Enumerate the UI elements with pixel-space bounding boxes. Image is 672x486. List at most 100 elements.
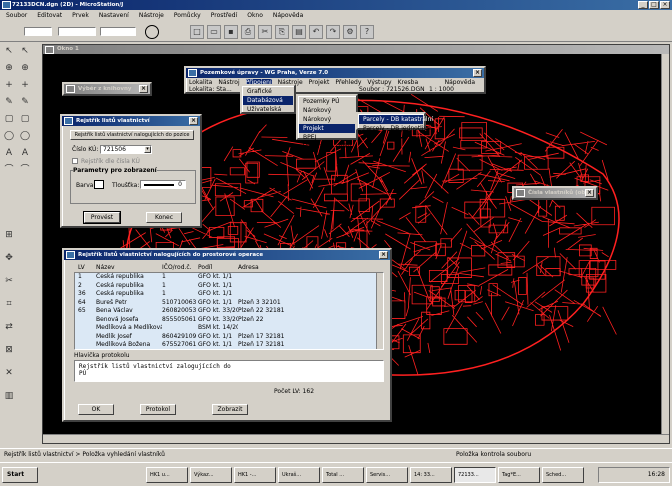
pozemkove-menu-item[interactable]: Nápověda [445, 79, 475, 86]
tool-icon[interactable]: ✎ [2, 95, 16, 109]
submenu-item[interactable]: Nárokový [299, 115, 355, 124]
help-icon[interactable]: ? [360, 25, 374, 39]
table-row[interactable]: 1 Česká republika 1 GFO kt. 1/1 [75, 273, 383, 282]
menu-item[interactable]: Prostředí [211, 12, 238, 21]
menu-item[interactable]: Prvek [72, 12, 89, 21]
zobrazit-button[interactable]: Zobrazit [212, 404, 248, 415]
table-row[interactable]: 36 Česká republika 1 GFO kt. 1/1 [75, 290, 383, 299]
taskbar-item[interactable]: Total ... [322, 467, 364, 483]
pozemkove-menu-item[interactable]: Kresba [398, 79, 419, 86]
tool-icon[interactable]: ⌒ [18, 163, 32, 177]
taskbar-item[interactable]: HK1 u... [146, 467, 188, 483]
submenu-item[interactable]: BPEJ [299, 133, 355, 142]
pozemkove-menu-item[interactable]: Nástroj [218, 79, 239, 86]
tool-icon[interactable]: ▢ [2, 112, 16, 126]
hlavicka-textarea[interactable]: Rejstřík listů vlastnictví zalogujících … [74, 360, 384, 382]
print-icon[interactable]: ⎙ [241, 25, 255, 39]
tool-icon[interactable]: + [18, 78, 32, 92]
pozemkove-menu-item[interactable]: Projekt [309, 79, 330, 86]
submenu-item[interactable]: Parcely - DB jednotlivé [359, 124, 431, 133]
tool-icon[interactable]: ◯ [2, 129, 16, 143]
rejstrik-list[interactable]: 1 Česká republika 1 GFO kt. 1/1 2 Česká repub… [74, 272, 384, 350]
taskbar-item[interactable]: Servis... [366, 467, 408, 483]
taskbar-item[interactable]: Tag*E... [498, 467, 540, 483]
pozemkove-close-icon[interactable]: × [473, 69, 482, 77]
tloustka-select[interactable]: 0 [140, 180, 186, 189]
paste-icon[interactable]: ▤ [292, 25, 306, 39]
cislo-ku-select[interactable]: 721506 ▾ [100, 145, 152, 154]
table-row[interactable]: Medlíková Božena 675527061 GFO kt. 1/1 Plze… [75, 341, 383, 349]
column-header[interactable]: Podíl [198, 264, 238, 272]
copy-icon[interactable]: ⎘ [275, 25, 289, 39]
submenu-item[interactable]: Projekt [299, 124, 355, 133]
tool-icon[interactable]: ⊞ [2, 228, 16, 242]
table-row[interactable]: Medlík Josef 860429109 GFO kt. 1/1 Plzeň 17… [75, 333, 383, 342]
tool-icon[interactable]: A [2, 146, 16, 160]
menu-item[interactable]: Soubor [6, 12, 27, 21]
tool-icon[interactable]: ⊕ [2, 61, 16, 75]
tool-icon[interactable]: ↖ [2, 44, 16, 58]
column-header[interactable]: LV [78, 264, 96, 272]
pozemkove-menu-item[interactable]: Výstupy [367, 79, 391, 86]
submenu-item[interactable]: Parcely - DB katastrální [359, 115, 433, 124]
tool-icon[interactable]: ↖ [18, 44, 32, 58]
konec-button[interactable]: Konec [146, 212, 182, 223]
menu-item[interactable]: Nápověda [273, 12, 303, 21]
column-header[interactable]: Adresa [238, 264, 378, 272]
maximize-icon[interactable]: □ [649, 1, 659, 9]
tool-icon[interactable]: ◯ [18, 129, 32, 143]
barva-swatch[interactable] [94, 180, 104, 189]
submenu-item[interactable]: Uživatelská [243, 105, 293, 114]
settings-icon[interactable]: ⚙ [343, 25, 357, 39]
taskbar-item[interactable]: 14: 33... [410, 467, 452, 483]
taskbar-item[interactable]: HK1 -... [234, 467, 276, 483]
submenu-item[interactable]: Databázová [243, 96, 293, 105]
menu-item[interactable]: Nástroje [139, 12, 164, 21]
dialog-tab[interactable]: Rejstřík listů vlastnictví nalogujících … [70, 130, 194, 140]
cisla-close-icon[interactable]: × [585, 189, 594, 197]
redo-icon[interactable]: ↷ [326, 25, 340, 39]
protokol-button[interactable]: Protokol [140, 404, 176, 415]
save-icon[interactable]: ▪ [224, 25, 238, 39]
horizontal-scrollbar[interactable] [43, 434, 669, 443]
menu-item[interactable]: Pomůcky [174, 12, 201, 21]
taskbar-item[interactable]: Sched... [542, 467, 584, 483]
line-style-select[interactable] [58, 27, 96, 36]
menu-item[interactable]: Editovat [37, 12, 62, 21]
column-header[interactable]: IČO/rod.č. [162, 264, 198, 272]
submenu-item[interactable]: Nárokový [299, 106, 355, 115]
tool-icon[interactable]: ✕ [2, 366, 16, 380]
start-button[interactable]: Start [2, 467, 38, 483]
weight-select[interactable] [100, 27, 136, 36]
list-scrollbar[interactable] [376, 273, 383, 349]
tool-icon[interactable]: ▢ [18, 112, 32, 126]
table-row[interactable]: 64 Bureš Petr 510710063 GFO kt. 1/1 Plzeň 3 … [75, 299, 383, 308]
menu-item[interactable]: Nastavení [99, 12, 129, 21]
chevron-down-icon[interactable]: ▾ [144, 146, 151, 153]
cut-icon[interactable]: ✂ [258, 25, 272, 39]
tool-icon[interactable]: ⌗ [2, 297, 16, 311]
tool-icon[interactable]: ▥ [2, 389, 16, 403]
tool-icon[interactable]: A [18, 146, 32, 160]
tool-icon[interactable]: ⌒ [2, 163, 16, 177]
tool-icon[interactable]: ⊕ [18, 61, 32, 75]
submenu-item[interactable]: Grafické [243, 87, 293, 96]
table-row[interactable]: Benová Josefa 855505061GFO kt. 33/200Plze… [75, 316, 383, 325]
tool-icon[interactable]: ⊠ [2, 343, 16, 357]
new-icon[interactable]: □ [190, 25, 204, 39]
submenu-item[interactable]: Pozemky PÚ [299, 97, 355, 106]
column-header[interactable]: Název [96, 264, 162, 272]
table-row[interactable]: Medlíková a Medlíková Božena BSM kt. 14/2… [75, 324, 383, 333]
dialog-close-icon[interactable]: × [189, 117, 198, 125]
submenu-item[interactable]: Vlastnické celky [299, 142, 355, 151]
provest-button[interactable]: Provést [83, 211, 121, 224]
tool-icon[interactable]: ⇄ [2, 320, 16, 334]
table-row[interactable]: 65 Bena Václav 260820053GFO kt. 33/200Plze… [75, 307, 383, 316]
pozemkove-menu-item[interactable]: Lokalita [189, 79, 212, 86]
tool-icon[interactable]: ✂ [2, 274, 16, 288]
taskbar-item[interactable]: Ukraš... [278, 467, 320, 483]
level-select[interactable] [24, 27, 52, 36]
tool-icon[interactable]: ✥ [2, 251, 16, 265]
vertical-scrollbar[interactable] [661, 54, 669, 434]
close-icon[interactable]: × [660, 1, 670, 9]
